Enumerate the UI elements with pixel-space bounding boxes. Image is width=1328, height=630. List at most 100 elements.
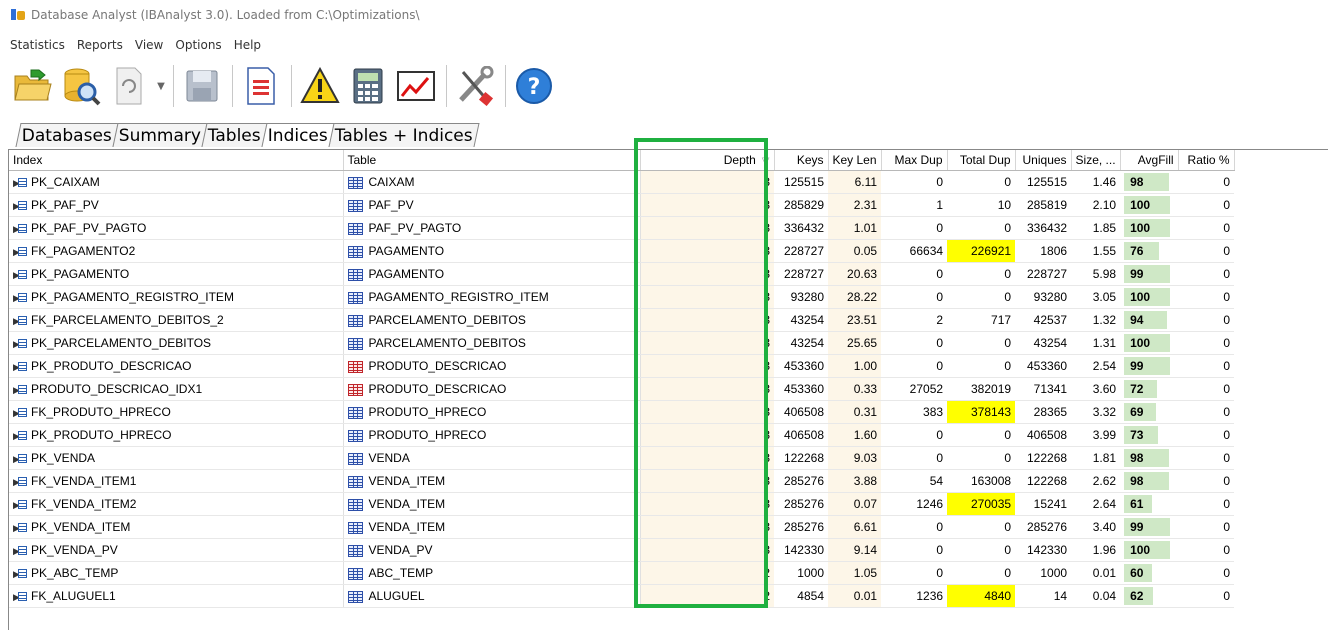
- menu-options[interactable]: Options: [175, 38, 221, 52]
- table-row[interactable]: ▶ PK_VENDA VENDA 3 122268 9.03 0 0 122268 1.81 98 0: [9, 446, 1235, 470]
- table-cell[interactable]: CAIXAM: [343, 170, 641, 194]
- keylen-cell: 6.61: [828, 515, 882, 539]
- table-cell[interactable]: PARCELAMENTO_DEBITOS: [343, 308, 641, 332]
- column-header-depth[interactable]: Depth ▽: [640, 150, 775, 171]
- table-cell[interactable]: PAGAMENTO: [343, 239, 641, 263]
- table-cell[interactable]: PRODUTO_DESCRICAO: [343, 377, 641, 401]
- table-row[interactable]: ▶ PK_PAGAMENTO_REGISTRO_ITEM PAGAMENTO_REG…: [9, 285, 1235, 309]
- column-header-uniques[interactable]: Uniques: [1015, 150, 1072, 171]
- tab-indices[interactable]: Indices: [261, 123, 335, 147]
- index-icon: ▶: [13, 499, 27, 510]
- tab-tables[interactable]: Tables: [201, 123, 268, 147]
- index-cell[interactable]: ▶ PK_VENDA_ITEM: [9, 515, 344, 539]
- avgfill-cell: 99: [1120, 262, 1179, 286]
- menu-statistics[interactable]: Statistics: [10, 38, 65, 52]
- tab-summary[interactable]: Summary: [112, 123, 208, 147]
- table-row[interactable]: ▶ PK_PARCELAMENTO_DEBITOS PARCELAMENTO_DEB…: [9, 331, 1235, 355]
- table-row[interactable]: ▶ PK_PAF_PV PAF_PV 3 285829 2.31 1 10 285819 2.10…: [9, 193, 1235, 217]
- table-cell[interactable]: PRODUTO_DESCRICAO: [343, 354, 641, 378]
- index-cell[interactable]: ▶ PK_PARCELAMENTO_DEBITOS: [9, 331, 344, 355]
- table-cell[interactable]: VENDA_ITEM: [343, 492, 641, 516]
- table-row[interactable]: ▶ PK_CAIXAM CAIXAM 3 125515 6.11 0 0 125515 1.46 9…: [9, 170, 1235, 194]
- column-header-keylen[interactable]: Key Len: [828, 150, 882, 171]
- refresh-dropdown-icon[interactable]: ▼: [154, 63, 168, 109]
- table-icon: [347, 245, 363, 258]
- help-button[interactable]: ?: [511, 63, 557, 109]
- table-row[interactable]: ▶ FK_PRODUTO_HPRECO PRODUTO_HPRECO 3 406508 0…: [9, 400, 1235, 424]
- chart-button[interactable]: [393, 63, 439, 109]
- index-cell[interactable]: ▶ PK_PAGAMENTO_REGISTRO_ITEM: [9, 285, 344, 309]
- table-row[interactable]: ▶ PK_PRODUTO_DESCRICAO PRODUTO_DESCRICAO 3 4…: [9, 354, 1235, 378]
- table-row[interactable]: ▶ PK_PAF_PV_PAGTO PAF_PV_PAGTO 3 336432 1.01 0…: [9, 216, 1235, 240]
- ratio-cell: 0: [1178, 446, 1235, 470]
- index-cell[interactable]: ▶ PK_PAF_PV: [9, 193, 344, 217]
- index-cell[interactable]: ▶ PK_ABC_TEMP: [9, 561, 344, 585]
- table-cell[interactable]: PAF_PV: [343, 193, 641, 217]
- index-cell[interactable]: ▶ FK_ALUGUEL1: [9, 584, 344, 608]
- table-cell[interactable]: PRODUTO_HPRECO: [343, 400, 641, 424]
- menu-reports[interactable]: Reports: [77, 38, 123, 52]
- index-cell[interactable]: ▶ FK_PAGAMENTO2: [9, 239, 344, 263]
- save-button[interactable]: [179, 63, 225, 109]
- table-cell[interactable]: ALUGUEL: [343, 584, 641, 608]
- maxdup-cell: 0: [881, 216, 948, 240]
- analyze-database-button[interactable]: [58, 63, 104, 109]
- table-row[interactable]: ▶ PK_PRODUTO_HPRECO PRODUTO_HPRECO 3 406508 1…: [9, 423, 1235, 447]
- calculator-button[interactable]: [345, 63, 391, 109]
- index-cell[interactable]: ▶ FK_VENDA_ITEM1: [9, 469, 344, 493]
- table-cell[interactable]: VENDA: [343, 446, 641, 470]
- open-folder-button[interactable]: [10, 63, 56, 109]
- menu-help[interactable]: Help: [234, 38, 261, 52]
- table-cell[interactable]: VENDA_ITEM: [343, 469, 641, 493]
- column-header-keys[interactable]: Keys: [774, 150, 829, 171]
- table-row[interactable]: ▶ PRODUTO_DESCRICAO_IDX1 PRODUTO_DESCRICAO…: [9, 377, 1235, 401]
- index-cell[interactable]: ▶ PK_CAIXAM: [9, 170, 344, 194]
- column-header-index[interactable]: Index: [9, 150, 344, 171]
- table-cell[interactable]: ABC_TEMP: [343, 561, 641, 585]
- totaldup-cell: 717: [947, 308, 1016, 332]
- column-header-maxdup[interactable]: Max Dup: [881, 150, 948, 171]
- index-cell[interactable]: ▶ FK_PARCELAMENTO_DEBITOS_2: [9, 308, 344, 332]
- report-button[interactable]: [238, 63, 284, 109]
- table-row[interactable]: ▶ PK_VENDA_PV VENDA_PV 3 142330 9.14 0 0 142330 1…: [9, 538, 1235, 562]
- warnings-button[interactable]: [297, 63, 343, 109]
- table-row[interactable]: ▶ PK_VENDA_ITEM VENDA_ITEM 3 285276 6.61 0 0 285…: [9, 515, 1235, 539]
- tools-button[interactable]: [452, 63, 498, 109]
- column-header-table[interactable]: Table: [343, 150, 641, 171]
- table-cell[interactable]: VENDA_PV: [343, 538, 641, 562]
- index-cell[interactable]: ▶ PK_VENDA_PV: [9, 538, 344, 562]
- table-row[interactable]: ▶ PK_PAGAMENTO PAGAMENTO 3 228727 20.63 0 0 2287…: [9, 262, 1235, 286]
- avgfill-bar: 69: [1124, 403, 1157, 421]
- table-row[interactable]: ▶ FK_PAGAMENTO2 PAGAMENTO 3 228727 0.05 66634 2…: [9, 239, 1235, 263]
- table-cell[interactable]: PARCELAMENTO_DEBITOS: [343, 331, 641, 355]
- refresh-button[interactable]: [106, 63, 152, 109]
- table-cell[interactable]: PAGAMENTO: [343, 262, 641, 286]
- index-cell[interactable]: ▶ FK_PRODUTO_HPRECO: [9, 400, 344, 424]
- column-header-totaldup[interactable]: Total Dup: [947, 150, 1016, 171]
- index-cell[interactable]: ▶ FK_VENDA_ITEM2: [9, 492, 344, 516]
- avgfill-bar: 100: [1124, 196, 1171, 214]
- index-cell[interactable]: ▶ PK_PRODUTO_HPRECO: [9, 423, 344, 447]
- table-cell[interactable]: PRODUTO_HPRECO: [343, 423, 641, 447]
- menu-view[interactable]: View: [135, 38, 163, 52]
- table-row[interactable]: ▶ FK_VENDA_ITEM1 VENDA_ITEM 3 285276 3.88 54 16…: [9, 469, 1235, 493]
- table-row[interactable]: ▶ FK_VENDA_ITEM2 VENDA_ITEM 3 285276 0.07 1246…: [9, 492, 1235, 516]
- table-row[interactable]: ▶ PK_ABC_TEMP ABC_TEMP 2 1000 1.05 0 0 1000 0.01 6…: [9, 561, 1235, 585]
- index-cell[interactable]: ▶ PK_PRODUTO_DESCRICAO: [9, 354, 344, 378]
- table-cell[interactable]: PAGAMENTO_REGISTRO_ITEM: [343, 285, 641, 309]
- column-header-ratio[interactable]: Ratio %: [1178, 150, 1235, 171]
- tab-tables-indices[interactable]: Tables + Indices: [328, 123, 480, 147]
- size-cell: 0.01: [1071, 561, 1121, 585]
- tab-databases[interactable]: Databases: [15, 123, 119, 147]
- table-row[interactable]: ▶ FK_ALUGUEL1 ALUGUEL 2 4854 0.01 1236 4840 14 0.…: [9, 584, 1235, 608]
- index-cell[interactable]: ▶ PK_PAF_PV_PAGTO: [9, 216, 344, 240]
- table-cell[interactable]: VENDA_ITEM: [343, 515, 641, 539]
- column-header-size[interactable]: Size, ...: [1071, 150, 1121, 171]
- table-cell[interactable]: PAF_PV_PAGTO: [343, 216, 641, 240]
- index-cell[interactable]: ▶ PRODUTO_DESCRICAO_IDX1: [9, 377, 344, 401]
- column-header-avgfill[interactable]: AvgFill: [1120, 150, 1179, 171]
- tab-label: Summary: [118, 126, 201, 146]
- table-row[interactable]: ▶ FK_PARCELAMENTO_DEBITOS_2 PARCELAMENTO_D…: [9, 308, 1235, 332]
- index-cell[interactable]: ▶ PK_PAGAMENTO: [9, 262, 344, 286]
- index-cell[interactable]: ▶ PK_VENDA: [9, 446, 344, 470]
